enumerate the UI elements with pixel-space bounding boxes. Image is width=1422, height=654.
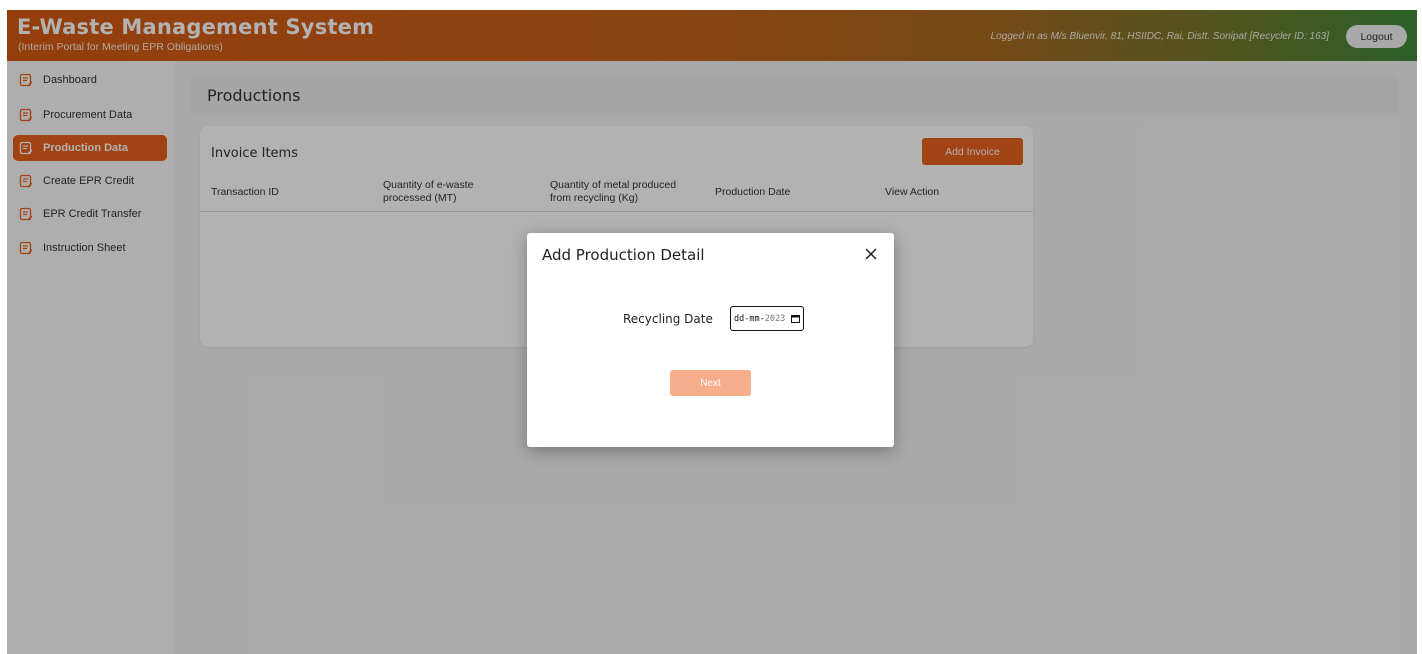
date-placeholder: dd-mm-	[734, 313, 765, 324]
calendar-icon[interactable]	[791, 314, 800, 323]
close-icon	[865, 248, 877, 260]
close-button[interactable]	[861, 244, 881, 264]
recycling-date-label: Recycling Date	[623, 312, 713, 326]
add-production-detail-modal: Add Production Detail Recycling Date dd-…	[527, 233, 894, 447]
recycling-date-input[interactable]: dd-mm- 2023	[730, 306, 804, 331]
modal-title: Add Production Detail	[542, 246, 705, 264]
next-button[interactable]: Next	[670, 370, 751, 396]
date-year: 2023	[764, 313, 786, 324]
